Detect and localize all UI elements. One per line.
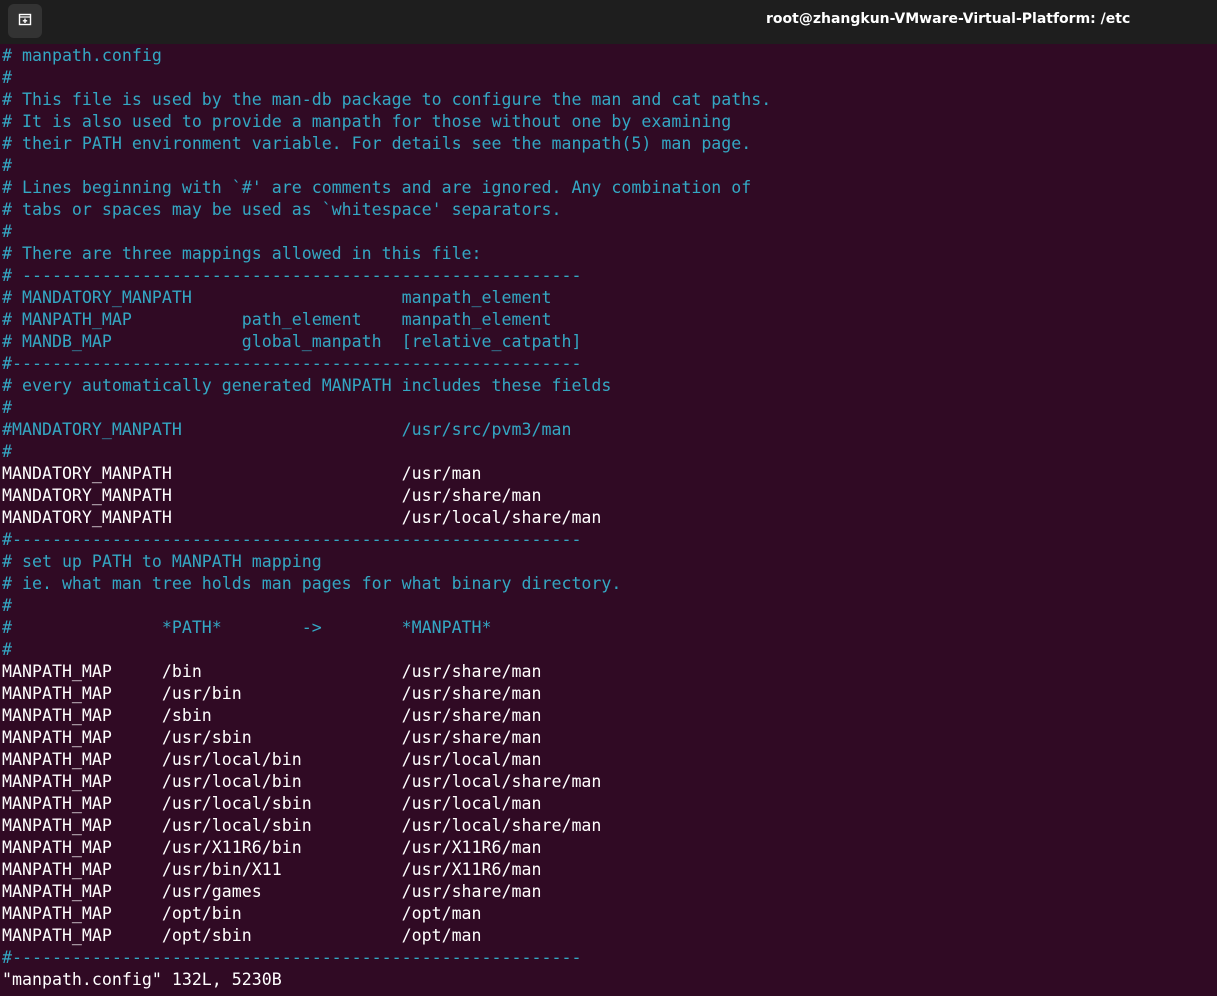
comment-line: #: [2, 68, 12, 87]
config-line: MANPATH_MAP /usr/local/bin /usr/local/ma…: [2, 750, 542, 769]
comment-line: #---------------------------------------…: [2, 948, 582, 967]
config-line: MANPATH_MAP /bin /usr/share/man: [2, 662, 542, 681]
comment-line: #---------------------------------------…: [2, 530, 582, 549]
config-line: MANPATH_MAP /opt/bin /opt/man: [2, 904, 482, 923]
comment-line: # set up PATH to MANPATH mapping: [2, 552, 322, 571]
comment-line: # MANDATORY_MANPATH manpath_element: [2, 288, 552, 307]
title-bar: root@zhangkun-VMware-Virtual-Platform: /…: [0, 0, 1217, 44]
config-line: MANDATORY_MANPATH /usr/local/share/man: [2, 508, 602, 527]
new-tab-icon: [17, 11, 33, 31]
comment-line: # Lines beginning with `#' are comments …: [2, 178, 752, 197]
config-line: MANDATORY_MANPATH /usr/share/man: [2, 486, 542, 505]
config-line: MANPATH_MAP /usr/local/sbin /usr/local/s…: [2, 816, 602, 835]
config-line: MANPATH_MAP /usr/sbin /usr/share/man: [2, 728, 542, 747]
comment-line: # MANDB_MAP global_manpath [relative_cat…: [2, 332, 582, 351]
comment-line: # There are three mappings allowed in th…: [2, 244, 482, 263]
config-line: MANPATH_MAP /sbin /usr/share/man: [2, 706, 542, 725]
comment-line: # It is also used to provide a manpath f…: [2, 112, 732, 131]
config-line: MANPATH_MAP /usr/bin/X11 /usr/X11R6/man: [2, 860, 542, 879]
new-tab-button[interactable]: [8, 4, 42, 38]
config-line: MANPATH_MAP /usr/games /usr/share/man: [2, 882, 542, 901]
vim-status-line: "manpath.config" 132L, 5230B: [2, 970, 282, 989]
comment-line: # their PATH environment variable. For d…: [2, 134, 752, 153]
comment-line: # This file is used by the man-db packag…: [2, 90, 772, 109]
comment-line: #: [2, 222, 12, 241]
comment-line: # --------------------------------------…: [2, 266, 582, 285]
comment-line: # tabs or spaces may be used as `whitesp…: [2, 200, 562, 219]
comment-line: # *PATH* -> *MANPATH*: [2, 618, 492, 637]
comment-line: #: [2, 596, 12, 615]
config-line: MANPATH_MAP /usr/X11R6/bin /usr/X11R6/ma…: [2, 838, 542, 857]
comment-line: #MANDATORY_MANPATH /usr/src/pvm3/man: [2, 420, 572, 439]
comment-line: # manpath.config: [2, 46, 162, 65]
comment-line: # MANPATH_MAP path_element manpath_eleme…: [2, 310, 552, 329]
config-line: MANPATH_MAP /usr/local/sbin /usr/local/m…: [2, 794, 542, 813]
terminal-window: root@zhangkun-VMware-Virtual-Platform: /…: [0, 0, 1217, 996]
config-line: MANPATH_MAP /usr/bin /usr/share/man: [2, 684, 542, 703]
comment-line: # ie. what man tree holds man pages for …: [2, 574, 622, 593]
comment-line: #: [2, 640, 12, 659]
comment-line: #---------------------------------------…: [2, 354, 582, 373]
comment-line: #: [2, 442, 12, 461]
terminal-content[interactable]: # manpath.config # # This file is used by …: [0, 44, 1217, 996]
config-line: MANPATH_MAP /opt/sbin /opt/man: [2, 926, 482, 945]
comment-line: #: [2, 156, 12, 175]
config-line: MANDATORY_MANPATH /usr/man: [2, 464, 482, 483]
comment-line: #: [2, 398, 12, 417]
config-line: MANPATH_MAP /usr/local/bin /usr/local/sh…: [2, 772, 602, 791]
window-title: root@zhangkun-VMware-Virtual-Platform: /…: [766, 11, 1131, 27]
comment-line: # every automatically generated MANPATH …: [2, 376, 612, 395]
